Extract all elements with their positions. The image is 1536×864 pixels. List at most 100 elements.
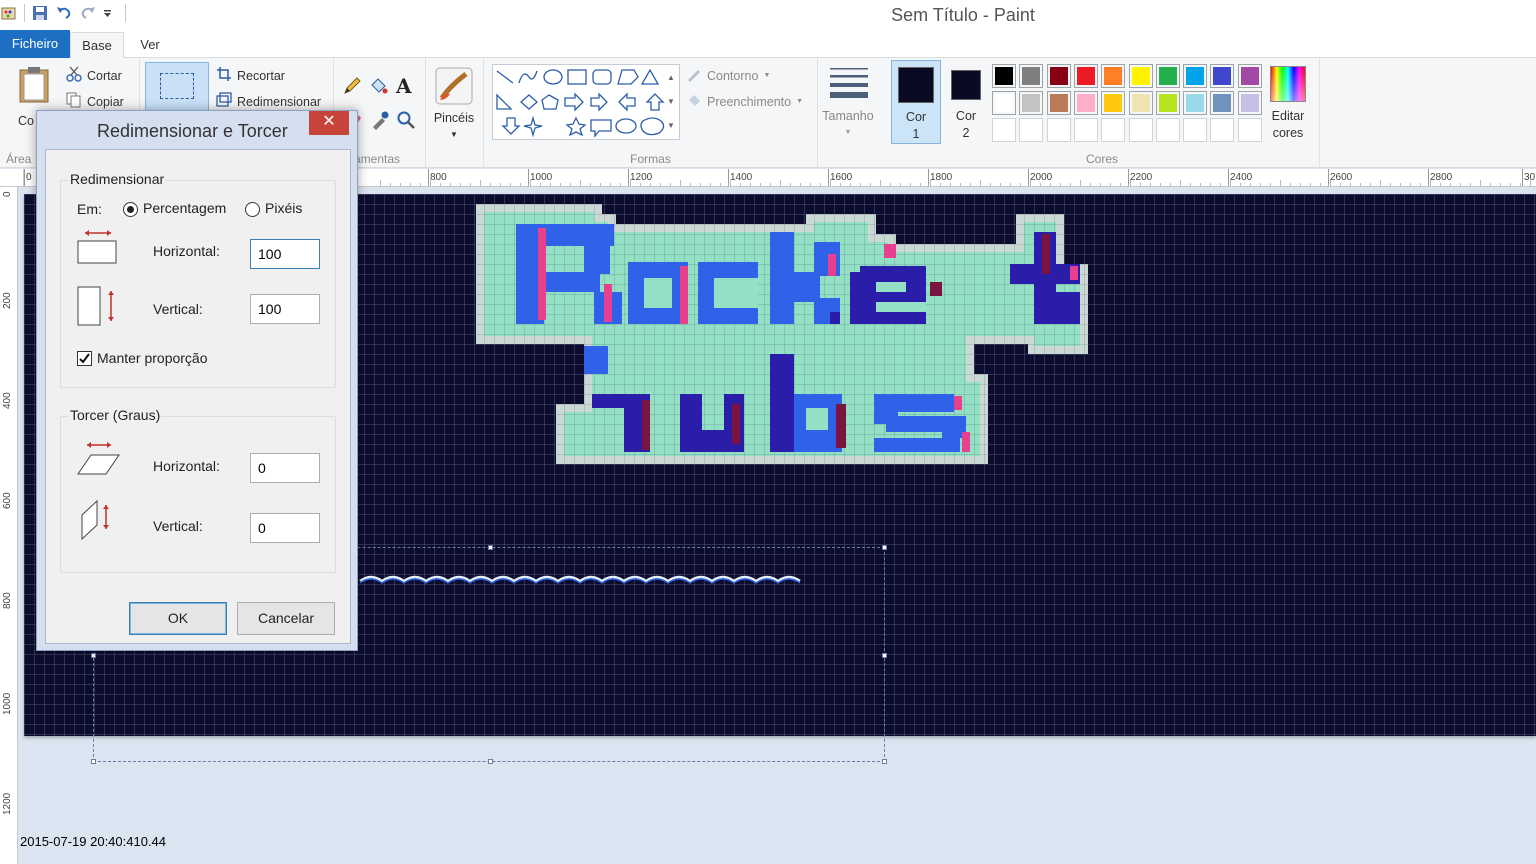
selection-handle-bottom-right[interactable] bbox=[882, 759, 887, 764]
ruler-minor-tick bbox=[1260, 183, 1261, 186]
copy-button[interactable]: Copiar bbox=[66, 92, 124, 111]
ruler-minor-tick bbox=[780, 180, 781, 186]
empty-color-swatch[interactable] bbox=[1210, 118, 1235, 142]
color-swatch[interactable] bbox=[1019, 64, 1044, 88]
empty-color-swatch[interactable] bbox=[1101, 118, 1126, 142]
ruler-minor-tick bbox=[430, 180, 431, 186]
ruler-minor-tick bbox=[890, 183, 891, 186]
ruler-minor-tick bbox=[640, 183, 641, 186]
color-swatch[interactable] bbox=[1237, 91, 1262, 115]
ruler-minor-tick bbox=[1290, 183, 1291, 186]
text-tool-icon[interactable]: A bbox=[396, 74, 412, 98]
color-swatch[interactable] bbox=[1019, 91, 1044, 115]
selection-handle-middle-right[interactable] bbox=[882, 653, 887, 658]
edit-colors-button[interactable]: Editar cores bbox=[1260, 64, 1316, 148]
selection-handle-middle-left[interactable] bbox=[91, 653, 96, 658]
window-title: Sem Título - Paint bbox=[891, 5, 1035, 25]
rainbow-icon bbox=[1270, 66, 1306, 102]
outline-button[interactable]: Contorno ▼ bbox=[686, 66, 770, 85]
empty-color-swatch[interactable] bbox=[1183, 118, 1208, 142]
color-swatch[interactable] bbox=[1183, 64, 1208, 88]
fill-bucket-icon[interactable] bbox=[368, 76, 388, 99]
tab-file[interactable]: Ficheiro bbox=[0, 30, 70, 58]
selection-handle-bottom-left[interactable] bbox=[91, 759, 96, 764]
color-picker-icon[interactable] bbox=[370, 110, 390, 133]
ruler-minor-tick bbox=[1500, 183, 1501, 186]
color-swatch[interactable] bbox=[1210, 64, 1235, 88]
resize-button[interactable]: Redimensionar bbox=[216, 92, 321, 111]
resize-horizontal-input[interactable] bbox=[250, 239, 320, 269]
ruler-minor-tick bbox=[390, 183, 391, 186]
ruler-minor-tick bbox=[730, 180, 731, 186]
keep-ratio-checkbox[interactable] bbox=[77, 351, 92, 366]
color-swatch[interactable] bbox=[1155, 91, 1180, 115]
color-swatch[interactable] bbox=[1101, 64, 1126, 88]
keep-ratio-label[interactable]: Manter proporção bbox=[97, 350, 208, 366]
selection-handle-top-middle[interactable] bbox=[488, 545, 493, 550]
tab-home[interactable]: Base bbox=[70, 32, 124, 59]
color-swatch[interactable] bbox=[1237, 64, 1262, 88]
color-swatch[interactable] bbox=[992, 64, 1016, 88]
color-swatch[interactable] bbox=[1210, 91, 1235, 115]
ruler-minor-tick bbox=[1100, 183, 1101, 186]
percentage-radio[interactable] bbox=[123, 202, 138, 217]
color1-button[interactable]: Cor 1 bbox=[891, 60, 941, 144]
empty-color-swatch[interactable] bbox=[1073, 118, 1098, 142]
color-swatch[interactable] bbox=[1183, 91, 1208, 115]
shapes-scroll[interactable]: ▲ ▼ ▼ bbox=[664, 66, 678, 136]
pencil-icon[interactable] bbox=[342, 76, 362, 99]
shapes-gallery[interactable] bbox=[492, 64, 680, 140]
ruler-minor-tick bbox=[560, 183, 561, 186]
cut-button[interactable]: Cortar bbox=[66, 66, 122, 85]
brushes-group: Pincéis ▼ bbox=[426, 58, 484, 168]
empty-color-swatch[interactable] bbox=[1046, 118, 1071, 142]
ruler-minor-tick bbox=[1020, 183, 1021, 186]
color-swatch[interactable] bbox=[1101, 91, 1126, 115]
size-group: Tamanho ▼ bbox=[818, 58, 884, 168]
dialog-close-button[interactable]: ✕ bbox=[309, 111, 349, 135]
pixels-radio[interactable] bbox=[245, 202, 260, 217]
selection-handle-bottom-middle[interactable] bbox=[488, 759, 493, 764]
cancel-button[interactable]: Cancelar bbox=[237, 602, 335, 635]
color-swatch[interactable] bbox=[1073, 91, 1098, 115]
percentage-label[interactable]: Percentagem bbox=[143, 200, 226, 216]
magnifier-icon[interactable] bbox=[396, 110, 416, 133]
ruler-tick-label: 2400 bbox=[1230, 172, 1253, 183]
crop-button[interactable]: Recortar bbox=[216, 66, 285, 85]
color-swatch[interactable] bbox=[1046, 64, 1071, 88]
color-swatch[interactable] bbox=[992, 91, 1016, 115]
skew-vertical-input[interactable] bbox=[250, 513, 320, 543]
ruler-minor-tick bbox=[720, 183, 721, 186]
empty-color-swatch[interactable] bbox=[1128, 118, 1153, 142]
color-swatch[interactable] bbox=[1128, 91, 1153, 115]
color2-button[interactable]: Cor 2 bbox=[944, 60, 988, 144]
empty-color-swatch[interactable] bbox=[1019, 118, 1044, 142]
skew-horizontal-label: Horizontal: bbox=[153, 458, 220, 474]
skew-horizontal-input[interactable] bbox=[250, 453, 320, 483]
ruler-minor-tick bbox=[1480, 180, 1481, 186]
ruler-minor-tick bbox=[870, 183, 871, 186]
size-button[interactable]: Tamanho ▼ bbox=[822, 66, 880, 146]
ruler-tick bbox=[1128, 169, 1129, 186]
color-swatch[interactable] bbox=[1155, 64, 1180, 88]
color-swatch[interactable] bbox=[1046, 91, 1071, 115]
ruler-minor-tick bbox=[400, 183, 401, 186]
empty-color-swatch[interactable] bbox=[1155, 118, 1180, 142]
fill-button[interactable]: Preenchimento ▼ bbox=[686, 92, 803, 111]
color1-label-line1: Cor bbox=[905, 110, 927, 124]
selection-handle-top-right[interactable] bbox=[882, 545, 887, 550]
resize-vertical-input[interactable] bbox=[250, 294, 320, 324]
empty-color-swatch[interactable] bbox=[992, 118, 1016, 142]
ruler-minor-tick bbox=[480, 180, 481, 186]
pixels-label[interactable]: Pixéis bbox=[265, 200, 302, 216]
ruler-minor-tick bbox=[990, 183, 991, 186]
tab-view[interactable]: Ver bbox=[130, 32, 170, 59]
ok-button[interactable]: OK bbox=[129, 602, 227, 635]
color-swatch[interactable] bbox=[1073, 64, 1098, 88]
color-swatch[interactable] bbox=[1128, 64, 1153, 88]
ruler-minor-tick bbox=[860, 183, 861, 186]
ruler-minor-tick bbox=[1280, 180, 1281, 186]
empty-color-swatch[interactable] bbox=[1237, 118, 1262, 142]
brushes-button[interactable]: Pincéis ▼ bbox=[432, 64, 480, 144]
dialog-title-bar[interactable]: Redimensionar e Torcer ✕ bbox=[37, 111, 357, 149]
